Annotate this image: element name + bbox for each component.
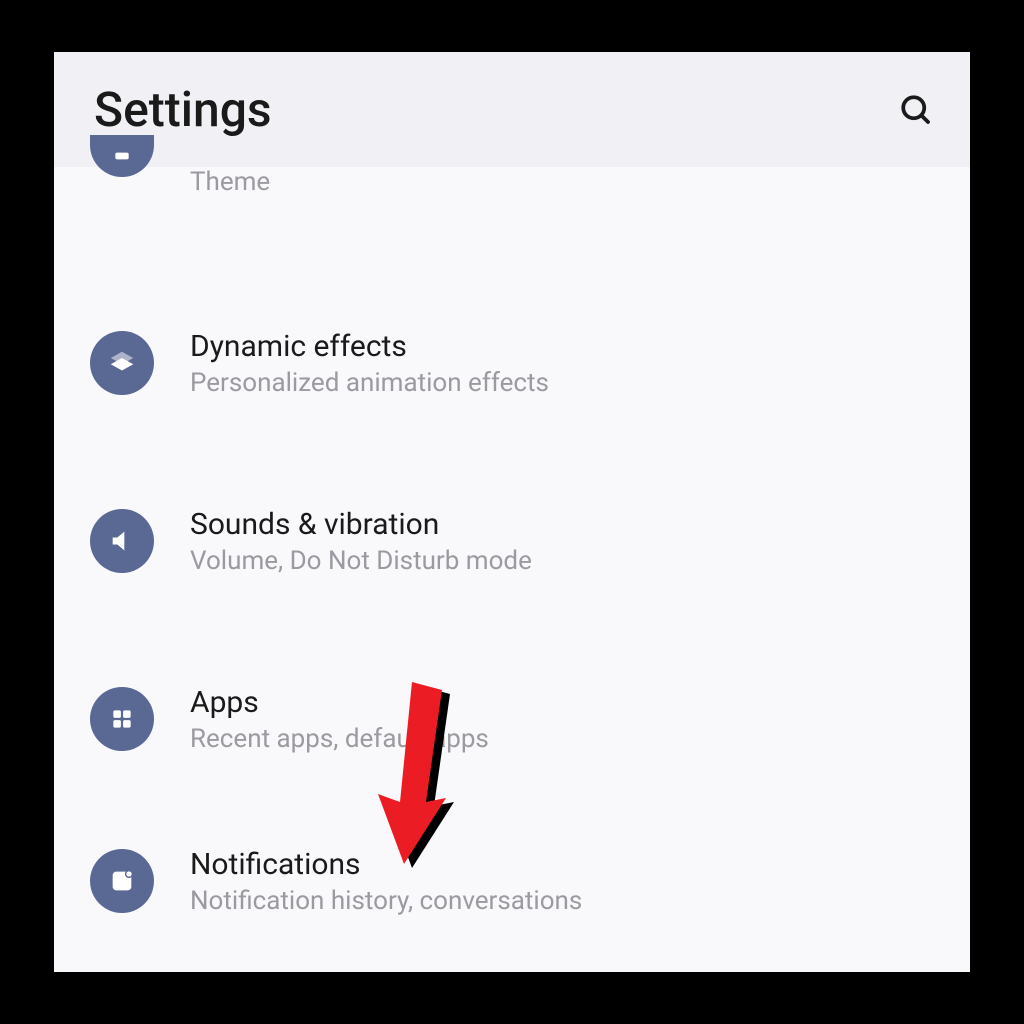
layers-icon — [90, 331, 154, 395]
item-subtitle: Notification history, conversations — [190, 886, 582, 916]
item-texts: Apps Recent apps, default apps — [190, 685, 489, 754]
settings-item-dynamic-effects[interactable]: Dynamic effects Personalized animation e… — [54, 313, 970, 413]
item-title: Dynamic effects — [190, 329, 549, 364]
notification-icon — [90, 849, 154, 913]
item-title: Notifications — [190, 847, 582, 882]
volume-icon — [90, 509, 154, 573]
settings-screen: Settings Theme — [54, 52, 970, 972]
search-button[interactable] — [892, 86, 940, 134]
settings-item-theme[interactable]: Theme — [54, 167, 970, 235]
item-texts: Dynamic effects Personalized animation e… — [190, 329, 549, 398]
item-subtitle: Recent apps, default apps — [190, 724, 489, 754]
item-title: Sounds & vibration — [190, 507, 532, 542]
settings-item-notifications[interactable]: Notifications Notification history, conv… — [54, 831, 970, 931]
apps-icon — [90, 687, 154, 751]
item-texts: Theme — [190, 167, 270, 197]
settings-item-apps[interactable]: Apps Recent apps, default apps — [54, 669, 970, 769]
theme-icon — [90, 135, 154, 177]
item-subtitle: Volume, Do Not Disturb mode — [190, 546, 532, 576]
search-icon — [898, 92, 934, 128]
settings-header: Settings — [54, 52, 970, 167]
item-subtitle: Personalized animation effects — [190, 368, 549, 398]
page-title: Settings — [94, 81, 272, 138]
item-texts: Notifications Notification history, conv… — [190, 847, 582, 916]
settings-item-sounds[interactable]: Sounds & vibration Volume, Do Not Distur… — [54, 491, 970, 591]
item-subtitle: Theme — [190, 167, 270, 197]
item-texts: Sounds & vibration Volume, Do Not Distur… — [190, 507, 532, 576]
item-title: Apps — [190, 685, 489, 720]
settings-list: Theme Dynamic effects Personalized anima… — [54, 167, 970, 931]
